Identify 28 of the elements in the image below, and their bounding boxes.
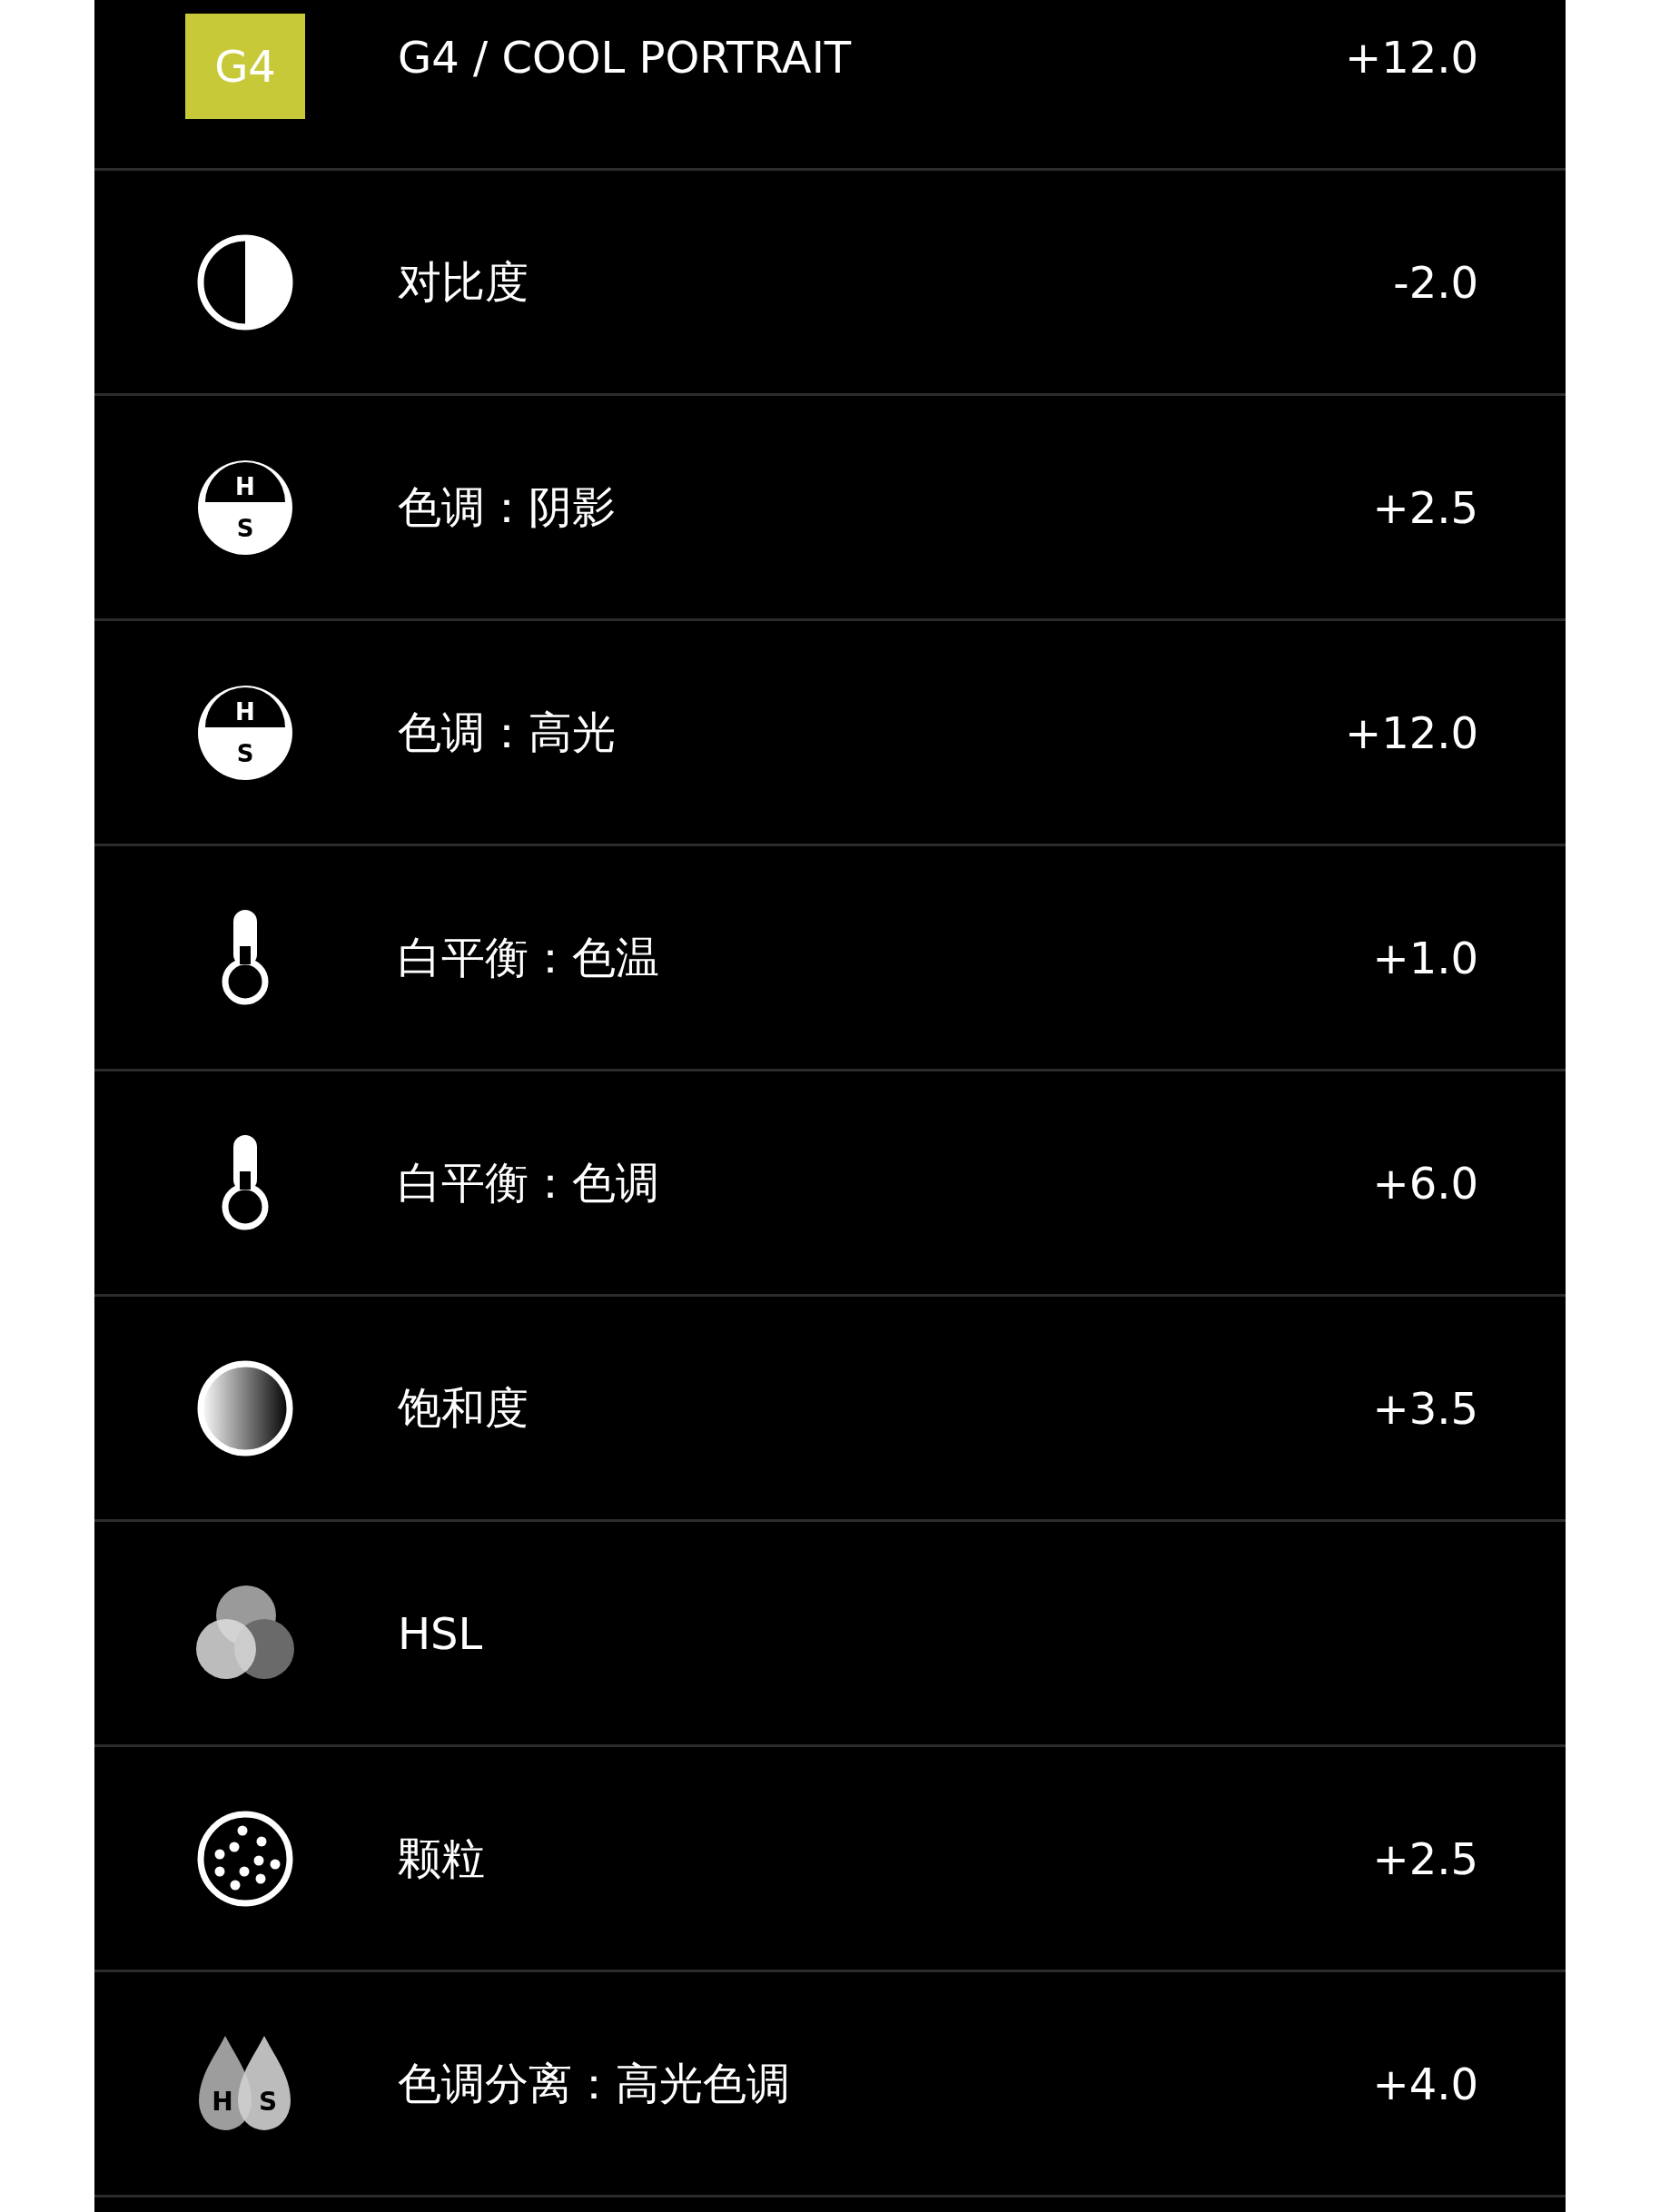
saturation-icon bbox=[197, 1359, 293, 1457]
adjustment-label: 色调：高光 bbox=[398, 705, 617, 759]
adjustment-value: +4.0 bbox=[1372, 2058, 1478, 2109]
hue-saturation-icon: H S bbox=[197, 459, 293, 556]
thermometer-icon bbox=[221, 1134, 270, 1231]
adjustment-label: 白平衡：色调 bbox=[398, 1155, 660, 1210]
adjustment-label: 色调：阴影 bbox=[398, 479, 617, 534]
adjustment-value: +12.0 bbox=[1344, 31, 1478, 83]
preset-badge: G4 bbox=[185, 13, 305, 119]
adjustment-label: 饱和度 bbox=[398, 1380, 529, 1435]
grain-icon bbox=[197, 1810, 293, 1907]
adjustment-value: -2.0 bbox=[1393, 256, 1478, 308]
adjustment-label: 颗粒 bbox=[398, 1831, 486, 1885]
color-circles-icon bbox=[195, 1585, 295, 1682]
adjustment-value: +2.5 bbox=[1372, 1832, 1478, 1884]
adjustment-label: HSL bbox=[398, 1607, 484, 1659]
adjustment-value: +3.5 bbox=[1372, 1382, 1478, 1434]
adjustment-label: 对比度 bbox=[398, 254, 529, 309]
thermometer-icon bbox=[221, 909, 270, 1006]
adjustment-label: 白平衡：色温 bbox=[398, 930, 660, 984]
adjustment-value: +2.5 bbox=[1372, 481, 1478, 533]
adjustment-label: 色调分离：高光色调 bbox=[398, 2056, 791, 2110]
adjustment-label: G4 / COOL PORTRAIT bbox=[398, 31, 853, 83]
contrast-icon bbox=[197, 233, 293, 331]
adjustment-value: +12.0 bbox=[1344, 706, 1478, 758]
adjustment-value: +6.0 bbox=[1372, 1157, 1478, 1209]
adjustment-value: +1.0 bbox=[1372, 932, 1478, 983]
hue-saturation-icon: H S bbox=[197, 684, 293, 781]
